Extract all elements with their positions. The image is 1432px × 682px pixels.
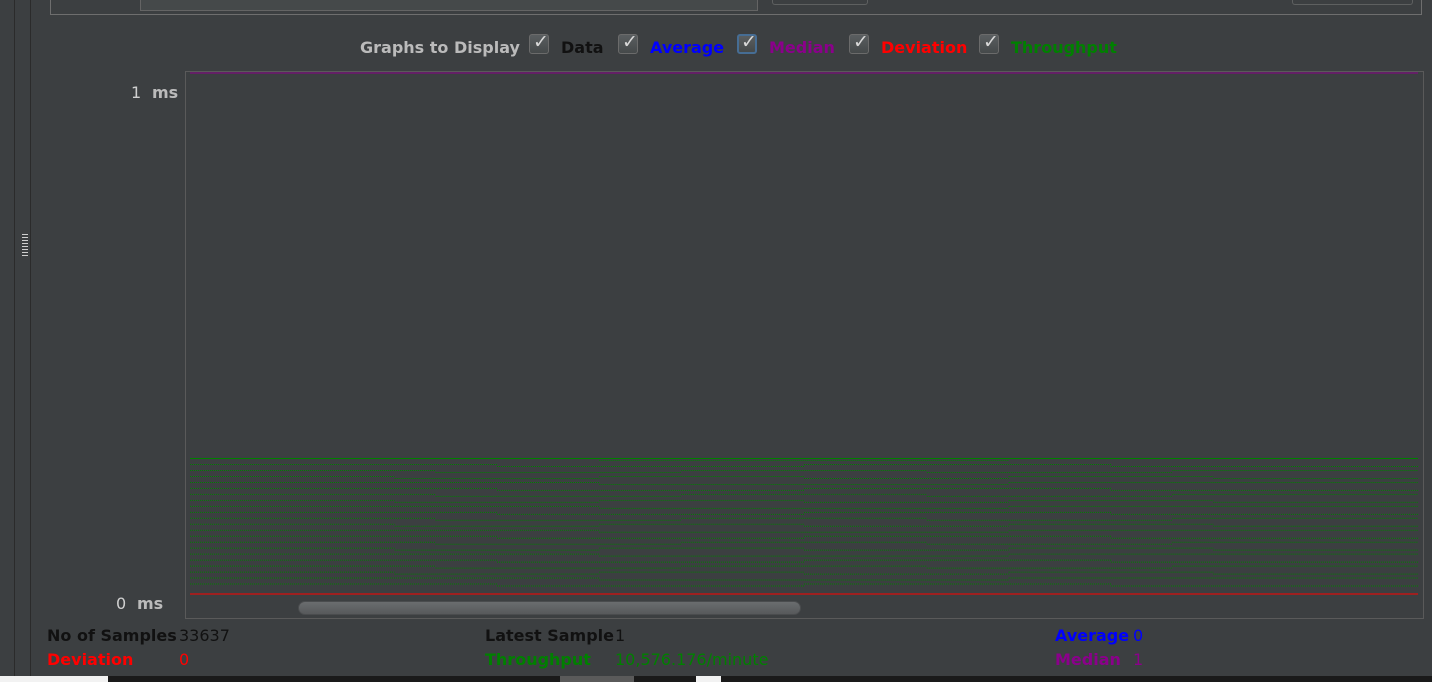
average-checkbox[interactable]: ✓ — [618, 31, 638, 54]
check-icon: ✓ — [741, 31, 757, 53]
throughput-dot-row — [190, 559, 1418, 563]
deviation-label: Deviation — [47, 650, 134, 669]
throughput-dot-row — [190, 553, 1418, 557]
y-axis-max-unit: ms — [152, 83, 179, 102]
throughput-dot-row — [190, 577, 1418, 581]
throughput-dot-row — [190, 464, 1418, 468]
latest-sample-value: 1 — [615, 626, 626, 645]
median-checkbox-label[interactable]: Median — [769, 38, 835, 57]
average-label: Average — [1055, 626, 1130, 645]
average-value: 0 — [1133, 626, 1144, 645]
graph-plot-area — [185, 71, 1424, 619]
left-panel — [0, 0, 31, 676]
throughput-dots — [190, 458, 1418, 587]
median-checkbox[interactable]: ✓ — [737, 31, 757, 54]
throughput-dot-row — [190, 529, 1418, 533]
taskbar-item[interactable] — [696, 676, 721, 682]
check-icon: ✓ — [622, 31, 638, 53]
throughput-label: Throughput — [485, 650, 591, 669]
horizontal-scrollbar-thumb[interactable] — [298, 601, 801, 615]
latest-sample-label: Latest Sample — [485, 626, 615, 645]
median-label: Median — [1055, 650, 1121, 669]
throughput-dot-row — [190, 541, 1418, 545]
throughput-dot-row — [190, 547, 1418, 551]
graph-canvas — [190, 72, 1418, 595]
taskbar-item[interactable] — [0, 676, 108, 682]
throughput-dot-row — [190, 523, 1418, 527]
deviation-value: 0 — [179, 650, 190, 669]
y-axis-min-label: 0 — [116, 594, 127, 613]
left-divider — [14, 0, 15, 676]
data-checkbox-label[interactable]: Data — [561, 38, 604, 57]
deviation-checkbox[interactable]: ✓ — [849, 31, 869, 54]
throughput-dot-row — [190, 481, 1418, 485]
splitter-handle-icon[interactable] — [22, 234, 28, 258]
graphs-to-display-bar: Graphs to Display ✓ Data ✓ Average ✓ Med… — [0, 31, 1432, 59]
throughput-value: 10,576.176/minute — [615, 650, 769, 669]
samples-value: 33637 — [179, 626, 230, 645]
samples-label: No of Samples — [47, 626, 177, 645]
throughput-dot-row — [190, 493, 1418, 497]
throughput-checkbox-label[interactable]: Throughput — [1011, 38, 1117, 57]
top-button-left[interactable] — [772, 0, 868, 5]
deviation-checkbox-label[interactable]: Deviation — [881, 38, 967, 57]
throughput-dot-row — [190, 583, 1418, 587]
average-checkbox-label[interactable]: Average — [650, 38, 724, 57]
throughput-dot-row — [190, 571, 1418, 575]
graphs-to-display-label: Graphs to Display — [360, 38, 520, 57]
y-axis-min-unit: ms — [137, 594, 164, 613]
throughput-dot-row — [190, 505, 1418, 509]
y-axis-max-label: 1 — [131, 83, 142, 102]
check-icon: ✓ — [983, 31, 999, 53]
data-checkbox[interactable]: ✓ — [529, 31, 549, 54]
throughput-checkbox[interactable]: ✓ — [979, 31, 999, 54]
top-input-field[interactable] — [140, 0, 758, 11]
taskbar-item[interactable] — [560, 676, 634, 682]
taskbar — [0, 676, 1432, 682]
throughput-dot-row — [190, 469, 1418, 473]
throughput-dot-row — [190, 499, 1418, 503]
throughput-dot-row — [190, 565, 1418, 569]
throughput-dot-row — [190, 511, 1418, 515]
throughput-dot-row — [190, 475, 1418, 479]
check-icon: ✓ — [533, 31, 549, 53]
check-icon: ✓ — [853, 31, 869, 53]
throughput-dot-row — [190, 535, 1418, 539]
throughput-dot-row — [190, 517, 1418, 521]
top-button-right[interactable] — [1292, 0, 1413, 5]
median-value: 1 — [1133, 650, 1144, 669]
throughput-dot-row — [190, 487, 1418, 491]
